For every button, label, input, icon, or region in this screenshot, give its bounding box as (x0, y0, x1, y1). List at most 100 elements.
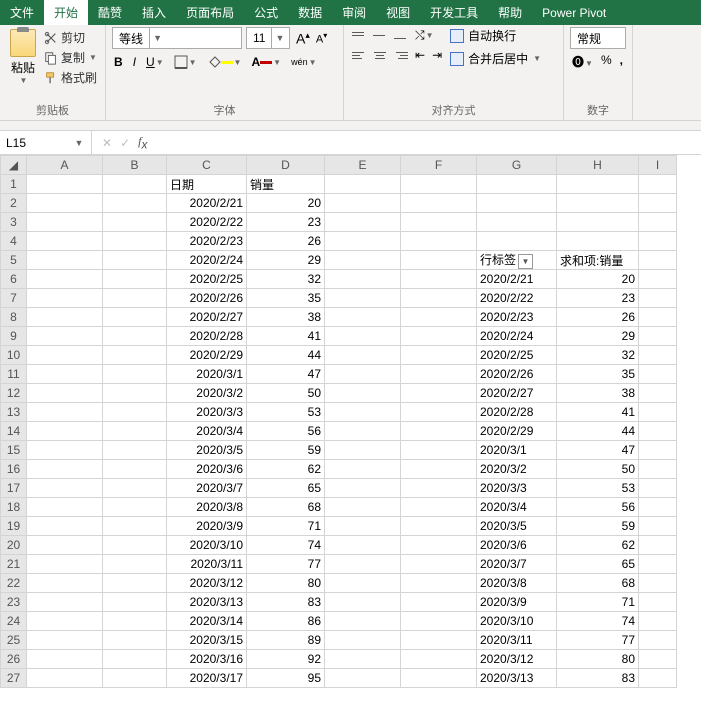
cell[interactable]: 2020/2/24 (167, 251, 247, 270)
cell[interactable]: 2020/3/11 (477, 631, 557, 650)
cell[interactable]: 26 (557, 308, 639, 327)
chevron-down-icon[interactable]: ▼ (309, 58, 317, 67)
cell[interactable]: 2020/3/6 (167, 460, 247, 479)
cell[interactable] (103, 232, 167, 251)
cell[interactable] (401, 289, 477, 308)
row-header[interactable]: 15 (1, 441, 27, 460)
cell[interactable]: 2020/3/17 (167, 669, 247, 688)
cell[interactable] (639, 327, 677, 346)
cell[interactable] (325, 346, 401, 365)
cell[interactable]: 23 (247, 213, 325, 232)
cell[interactable] (103, 441, 167, 460)
row-header[interactable]: 23 (1, 593, 27, 612)
cell[interactable] (103, 308, 167, 327)
cell[interactable] (401, 555, 477, 574)
cell[interactable] (401, 365, 477, 384)
chevron-down-icon[interactable]: ▼ (156, 58, 164, 67)
cell[interactable] (639, 498, 677, 517)
cell[interactable] (639, 403, 677, 422)
cell[interactable] (401, 308, 477, 327)
cell[interactable]: 86 (247, 612, 325, 631)
format-painter-button[interactable]: 格式刷 (44, 69, 97, 86)
cell[interactable] (639, 270, 677, 289)
cell[interactable]: 2020/2/24 (477, 327, 557, 346)
row-header[interactable]: 1 (1, 175, 27, 194)
cell[interactable]: 2020/2/25 (167, 270, 247, 289)
align-right-button[interactable] (392, 47, 410, 63)
column-header[interactable]: H (557, 156, 639, 175)
cell[interactable]: 62 (247, 460, 325, 479)
cell[interactable] (639, 175, 677, 194)
cell[interactable] (639, 441, 677, 460)
cell[interactable] (325, 593, 401, 612)
cell[interactable]: 29 (557, 327, 639, 346)
cell[interactable]: 2020/2/22 (167, 213, 247, 232)
cell[interactable] (27, 251, 103, 270)
column-header[interactable]: A (27, 156, 103, 175)
cell[interactable]: 68 (557, 574, 639, 593)
tab-formulas[interactable]: 公式 (244, 0, 288, 25)
cell[interactable] (325, 460, 401, 479)
cell[interactable] (103, 289, 167, 308)
cell[interactable]: 2020/2/28 (167, 327, 247, 346)
cell[interactable]: 2020/3/7 (167, 479, 247, 498)
cell[interactable]: 销量 (247, 175, 325, 194)
cell[interactable]: 2020/2/27 (477, 384, 557, 403)
chevron-down-icon[interactable]: ▼ (273, 58, 281, 67)
decrease-indent-button[interactable]: ⇤ (413, 48, 427, 62)
cell[interactable] (477, 175, 557, 194)
cell[interactable] (477, 232, 557, 251)
cancel-formula-button[interactable]: ✕ (102, 136, 112, 150)
row-header[interactable]: 10 (1, 346, 27, 365)
cell[interactable]: 2020/3/12 (167, 574, 247, 593)
cell[interactable] (103, 593, 167, 612)
chevron-down-icon[interactable]: ▼ (533, 54, 541, 63)
cell[interactable]: 89 (247, 631, 325, 650)
row-header[interactable]: 5 (1, 251, 27, 270)
cell[interactable] (103, 669, 167, 688)
name-box-input[interactable] (0, 136, 70, 150)
cell[interactable]: 20 (557, 270, 639, 289)
row-header[interactable]: 27 (1, 669, 27, 688)
cell[interactable] (103, 194, 167, 213)
cell[interactable] (325, 194, 401, 213)
cell[interactable] (325, 289, 401, 308)
row-header[interactable]: 20 (1, 536, 27, 555)
cell[interactable]: 2020/2/23 (167, 232, 247, 251)
cell[interactable] (27, 232, 103, 251)
cell[interactable]: 2020/3/9 (167, 517, 247, 536)
cell[interactable]: 41 (247, 327, 325, 346)
cell[interactable]: 68 (247, 498, 325, 517)
row-header[interactable]: 3 (1, 213, 27, 232)
row-header[interactable]: 24 (1, 612, 27, 631)
cell[interactable] (103, 327, 167, 346)
cell[interactable]: 95 (247, 669, 325, 688)
cell[interactable] (325, 631, 401, 650)
cell[interactable] (27, 479, 103, 498)
tab-page-layout[interactable]: 页面布局 (176, 0, 244, 25)
row-header[interactable]: 14 (1, 422, 27, 441)
cell[interactable] (401, 270, 477, 289)
chevron-down-icon[interactable]: ▼ (189, 58, 197, 67)
cell[interactable] (401, 346, 477, 365)
cell[interactable] (401, 498, 477, 517)
cell[interactable] (103, 536, 167, 555)
tab-power-pivot[interactable]: Power Pivot (532, 0, 616, 25)
cell[interactable]: 65 (557, 555, 639, 574)
wrap-text-button[interactable]: 自动换行 (450, 27, 541, 44)
font-color-button[interactable]: A▼ (249, 55, 283, 69)
column-header[interactable]: F (401, 156, 477, 175)
cell[interactable] (325, 498, 401, 517)
cell[interactable]: 83 (247, 593, 325, 612)
cell[interactable]: 38 (247, 308, 325, 327)
worksheet-grid[interactable]: ◢ ABCDEFGHI 1日期销量22020/2/212032020/2/222… (0, 155, 701, 688)
cell[interactable]: 2020/3/2 (477, 460, 557, 479)
cut-button[interactable]: 剪切 (44, 29, 97, 46)
cell[interactable]: 2020/2/29 (167, 346, 247, 365)
cell[interactable] (27, 574, 103, 593)
cell[interactable]: 56 (557, 498, 639, 517)
fill-color-button[interactable]: ▼ (205, 55, 244, 69)
cell[interactable]: 80 (247, 574, 325, 593)
cell[interactable] (103, 460, 167, 479)
cell[interactable]: 2020/3/10 (167, 536, 247, 555)
